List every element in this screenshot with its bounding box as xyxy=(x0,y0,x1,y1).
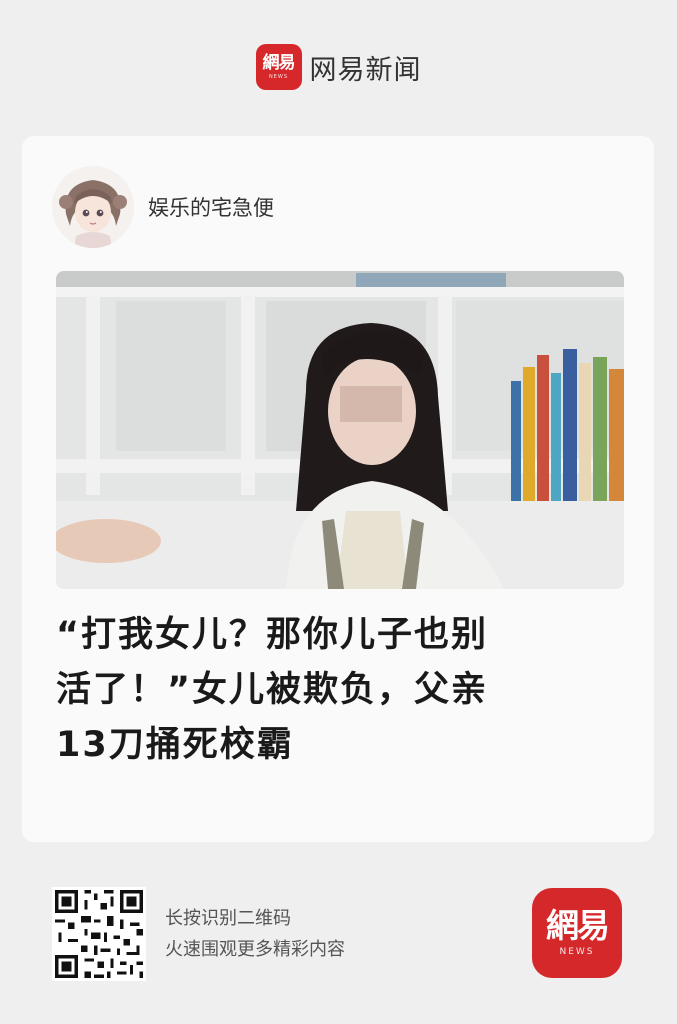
anime-girl-avatar-icon xyxy=(52,166,134,248)
logo-sub: NEWS xyxy=(559,947,595,957)
article-card[interactable]: 娱乐的宅急便 “打我女儿？那你儿子也别 活了！”女儿被欺负，父亲 13刀捅死校霸 xyxy=(22,136,654,842)
app-header: 網易 NEWS 网易新闻 xyxy=(0,44,677,90)
article-headline[interactable]: “打我女儿？那你儿子也别 活了！”女儿被欺负，父亲 13刀捅死校霸 xyxy=(56,608,628,773)
qr-caption-line1: 长按识别二维码 xyxy=(165,908,291,929)
author-name[interactable]: 娱乐的宅急便 xyxy=(148,192,274,222)
author-avatar[interactable] xyxy=(52,166,134,248)
girl-in-classroom-photo-icon xyxy=(56,271,624,589)
logo-glyphs: 網易 xyxy=(262,52,296,73)
logo-glyphs: 網易 xyxy=(546,906,610,945)
headline-line[interactable]: 13刀捅死校霸 xyxy=(56,718,628,773)
headline-line[interactable]: “打我女儿？那你儿子也别 xyxy=(56,608,628,663)
qr-caption-line2: 火速围观更多精彩内容 xyxy=(165,939,345,960)
headline-line[interactable]: 活了！”女儿被欺负，父亲 xyxy=(56,663,628,718)
author-row[interactable]: 娱乐的宅急便 xyxy=(52,166,274,248)
qr-code[interactable] xyxy=(52,887,146,981)
app-name: 网易新闻 xyxy=(309,54,422,86)
netease-news-app-icon[interactable]: 網易 NEWS xyxy=(532,888,622,978)
qr-caption: 长按识别二维码 火速围观更多精彩内容 xyxy=(165,903,345,965)
qr-code-icon xyxy=(52,887,146,981)
netease-logo-icon: 網易 NEWS xyxy=(255,44,302,90)
article-photo[interactable] xyxy=(56,271,624,589)
logo-sub: NEWS xyxy=(268,73,289,80)
